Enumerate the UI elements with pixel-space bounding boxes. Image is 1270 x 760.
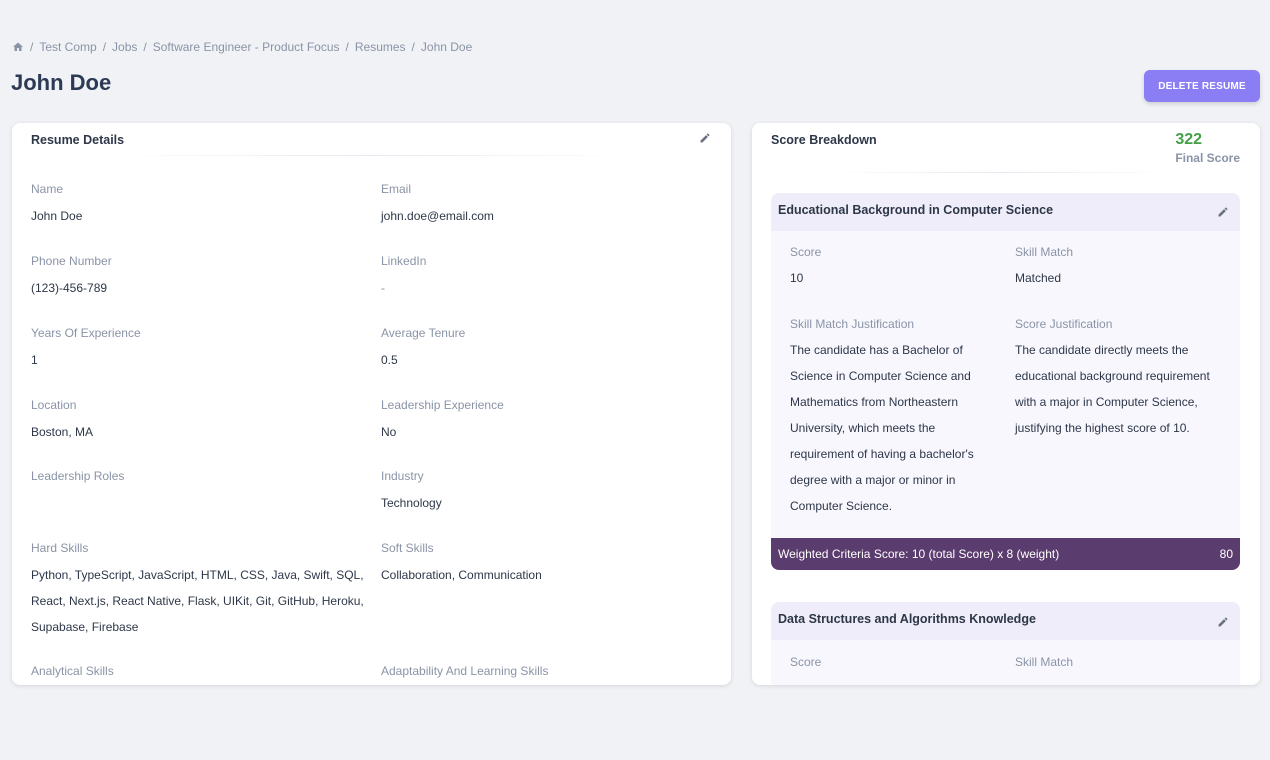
field-linkedin: LinkedIn - bbox=[381, 254, 427, 295]
field-leadership-experience: Leadership Experience No bbox=[381, 398, 504, 439]
divider bbox=[112, 155, 632, 156]
field-soft-skills: Soft Skills Collaboration, Communication bbox=[381, 541, 542, 582]
field-years-experience: Years Of Experience 1 bbox=[31, 326, 141, 367]
field-hard-skills: Hard Skills Python, TypeScript, JavaScri… bbox=[31, 541, 364, 634]
criterion-score: Score bbox=[790, 655, 822, 669]
breadcrumb-item-jobs[interactable]: Jobs bbox=[112, 40, 137, 54]
field-analytical-skills: Analytical Skills bbox=[31, 664, 114, 678]
field-name: Name John Doe bbox=[31, 182, 83, 223]
breadcrumb-item-job[interactable]: Software Engineer - Product Focus bbox=[153, 40, 340, 54]
breadcrumb: / Test Comp / Jobs / Software Engineer -… bbox=[12, 40, 472, 54]
page-title: John Doe bbox=[11, 70, 112, 95]
final-score-label: Final Score bbox=[1175, 151, 1240, 165]
resume-details-title: Resume Details bbox=[31, 133, 125, 147]
criterion-score-justification: Score Justification The candidate direct… bbox=[1015, 317, 1210, 435]
criterion-skill-match: Skill Match Matched bbox=[1015, 245, 1074, 285]
breadcrumb-item-resumes[interactable]: Resumes bbox=[355, 40, 406, 54]
field-email: Email john.doe@email.com bbox=[381, 182, 494, 223]
field-phone: Phone Number (123)-456-789 bbox=[31, 254, 112, 295]
criterion-educational-background: Educational Background in Computer Scien… bbox=[771, 193, 1240, 570]
field-adaptability-skills: Adaptability And Learning Skills bbox=[381, 664, 549, 678]
weighted-criteria-score: Weighted Criteria Score: 10 (total Score… bbox=[771, 538, 1240, 570]
breadcrumb-item-current: John Doe bbox=[420, 40, 473, 54]
field-location: Location Boston, MA bbox=[31, 398, 94, 439]
criterion-score: Score 10 bbox=[790, 245, 822, 285]
divider bbox=[832, 172, 1172, 173]
field-leadership-roles: Leadership Roles bbox=[31, 469, 125, 483]
breadcrumb-item-company[interactable]: Test Comp bbox=[39, 40, 96, 54]
weighted-criteria-text: Weighted Criteria Score: 10 (total Score… bbox=[778, 547, 1060, 561]
criterion-title: Data Structures and Algorithms Knowledge bbox=[771, 602, 1240, 640]
final-score: 322 Final Score bbox=[1175, 131, 1240, 165]
score-breakdown-card: Score Breakdown 322 Final Score Educatio… bbox=[752, 123, 1260, 685]
final-score-value: 322 bbox=[1175, 131, 1203, 148]
criterion-title: Educational Background in Computer Scien… bbox=[771, 193, 1240, 231]
criterion-skill-match: Skill Match bbox=[1015, 655, 1074, 669]
resume-details-card: Resume Details Name John Doe Email john.… bbox=[12, 123, 731, 685]
edit-icon[interactable] bbox=[699, 132, 711, 144]
field-industry: Industry Technology bbox=[381, 469, 442, 510]
delete-resume-button[interactable]: DELETE RESUME bbox=[1144, 70, 1260, 102]
score-breakdown-title: Score Breakdown bbox=[771, 133, 877, 147]
criterion-skill-match-justification: Skill Match Justification The candidate … bbox=[790, 317, 974, 513]
edit-icon[interactable] bbox=[1217, 616, 1229, 628]
criterion-data-structures: Data Structures and Algorithms Knowledge… bbox=[771, 602, 1240, 685]
field-average-tenure: Average Tenure 0.5 bbox=[381, 326, 466, 367]
weighted-criteria-value: 80 bbox=[1219, 547, 1233, 561]
edit-icon[interactable] bbox=[1217, 206, 1229, 218]
home-icon[interactable] bbox=[12, 41, 24, 53]
